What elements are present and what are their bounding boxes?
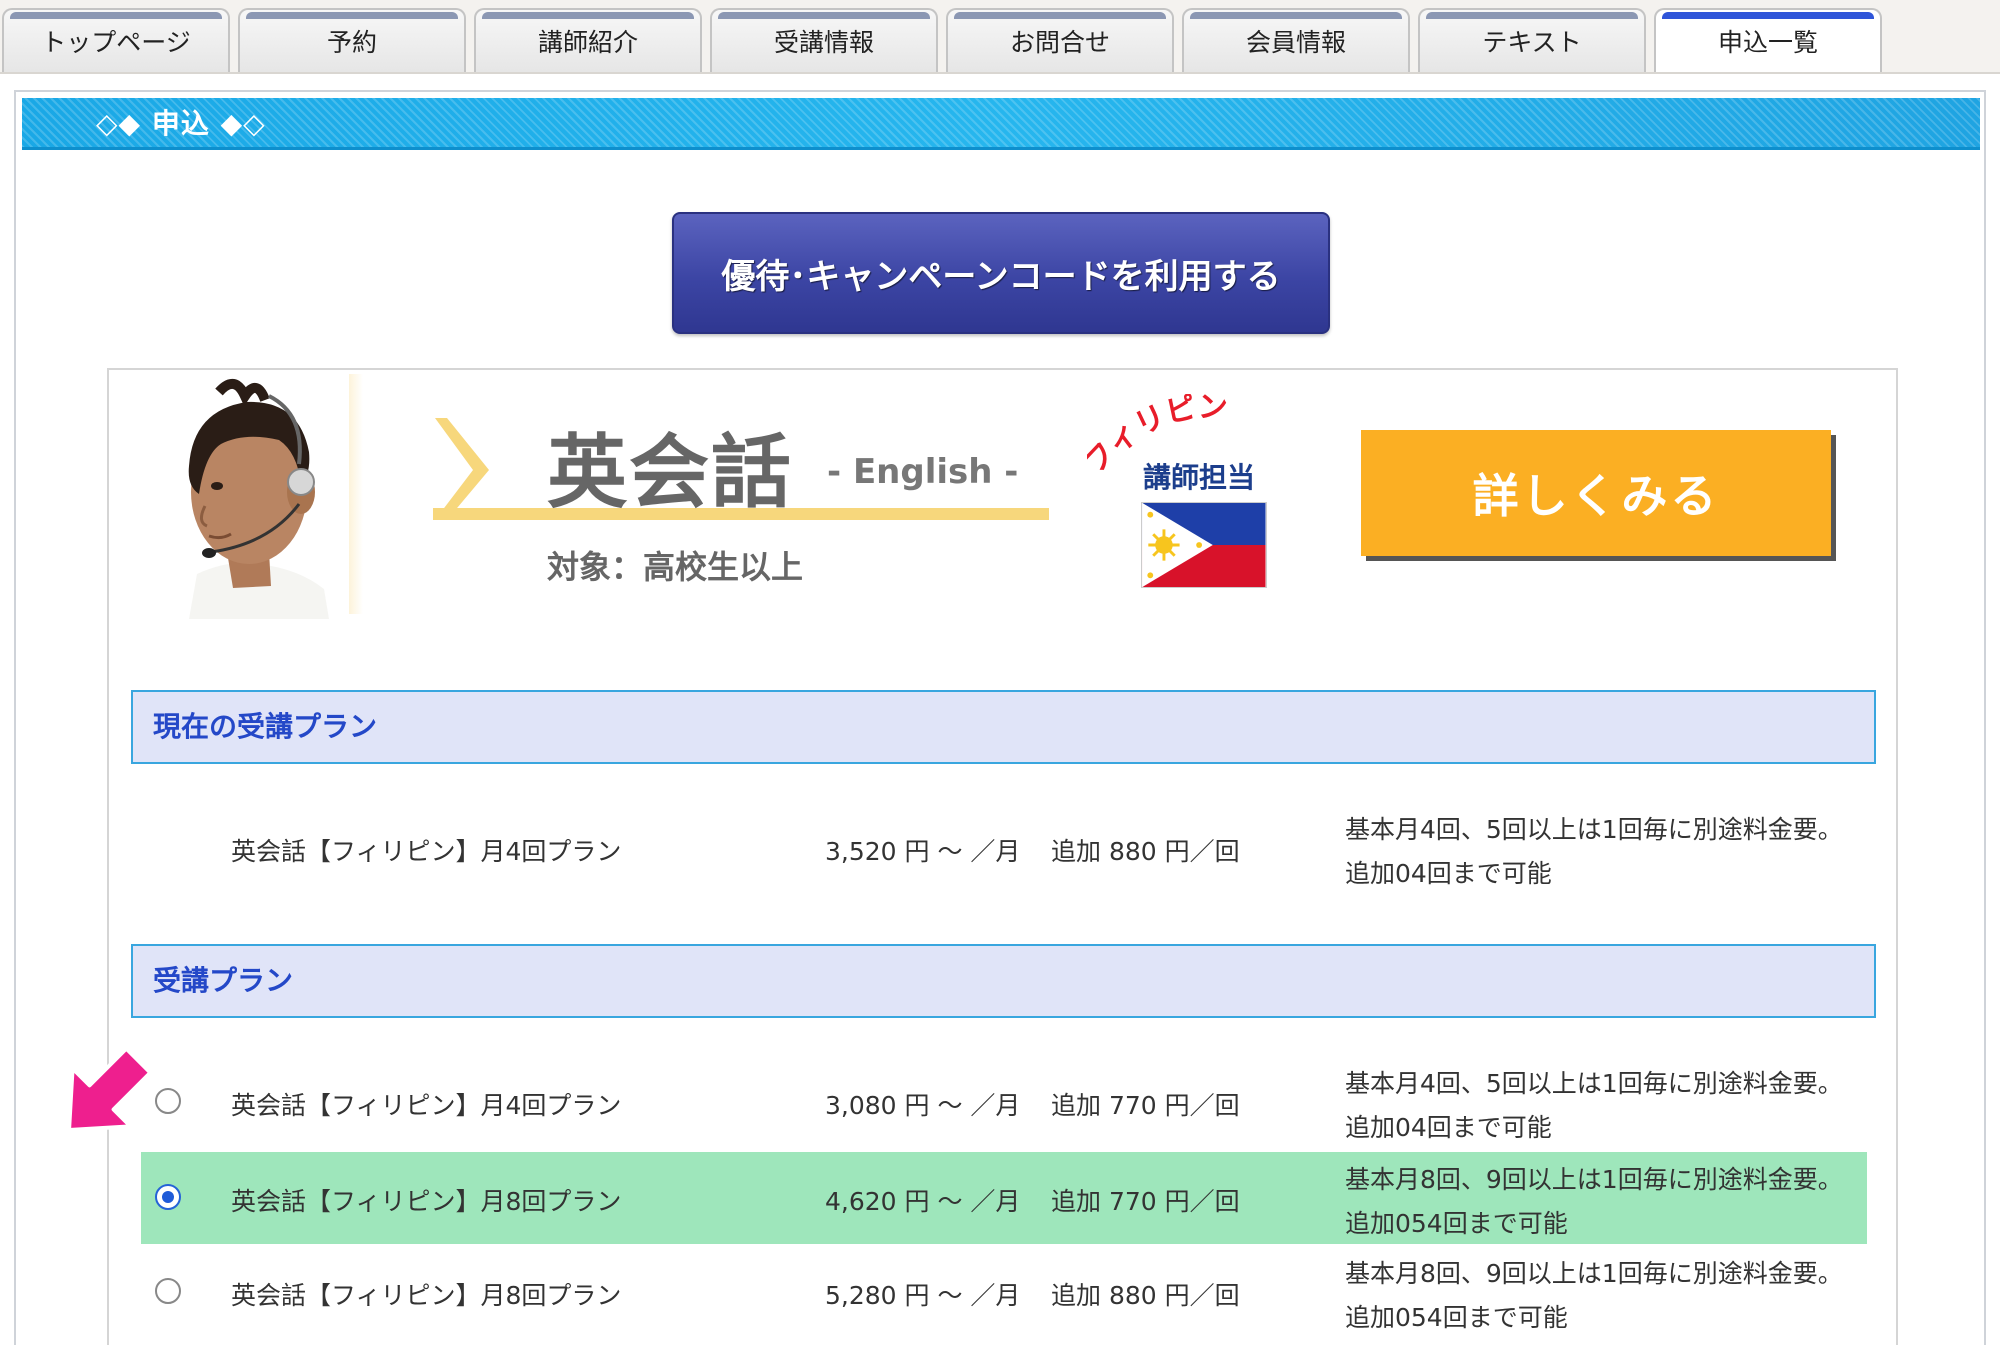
plan-extra-fee: 追加 880 円／回 [1051,1281,1240,1310]
philippines-flag-icon [1141,502,1267,588]
course-english-label: - English - [827,452,1019,492]
tab-text[interactable]: テキスト [1418,8,1646,72]
plan-name: 英会話【フィリピン】月4回プラン [231,837,622,866]
tab-label: トップページ [41,28,191,57]
tab-application-list[interactable]: 申込一覧 [1654,8,1882,72]
main-tab-bar: トップページ 予約 講師紹介 受講情報 お問合せ 会員情報 テキスト 申込一覧 [0,0,2000,74]
plan-price: 5,280 円 ～ ／月 [825,1281,1021,1310]
plan-name: 英会話【フィリピン】月8回プラン [231,1187,622,1216]
tab-label: 予約 [326,28,377,57]
tab-reservation[interactable]: 予約 [238,8,466,72]
plans-heading: 受講プラン [131,944,1876,1018]
plan-price: 3,080 円 ～ ／月 [825,1091,1021,1120]
plan-row[interactable]: 英会話【フィリピン】月4回プラン 3,080 円 ～ ／月 追加 770 円／回… [141,1056,1867,1148]
plan-row-selected[interactable]: 英会話【フィリピン】月8回プラン 4,620 円 ～ ／月 追加 770 円／回… [141,1152,1867,1244]
plan-note-limit: 追加054回まで可能 [1345,1209,1568,1238]
plan-extra-fee: 追加 770 円／回 [1051,1187,1240,1216]
tab-label: テキスト [1482,28,1582,57]
course-target: 対象：高校生以上 [547,548,804,586]
tab-label: 会員情報 [1245,28,1346,57]
tab-teachers[interactable]: 講師紹介 [474,8,702,72]
plan-note: 基本月8回、9回以上は1回毎に別途料金要。 [1345,1165,1843,1194]
plan-note: 基本月8回、9回以上は1回毎に別途料金要。 [1345,1259,1843,1288]
tab-contact[interactable]: お問合せ [946,8,1174,72]
plan-price: 3,520 円 ～ ／月 [825,837,1021,866]
plan-extra-fee: 追加 770 円／回 [1051,1091,1240,1120]
panel-title: ◇◆ 申込 ◆◇ [22,98,1980,150]
plan-name: 英会話【フィリピン】月8回プラン [231,1281,622,1310]
plan-price: 4,620 円 ～ ／月 [825,1187,1021,1216]
plan-row[interactable]: 英会話【フィリピン】月8回プラン 5,280 円 ～ ／月 追加 880 円／回… [141,1246,1867,1338]
photo-edge [349,374,363,614]
tab-label: 講師紹介 [537,28,638,57]
tab-label: 受講情報 [773,28,874,57]
course-title: 英会話 [547,426,793,519]
pointer-arrow-icon [67,1046,153,1132]
teacher-in-charge-label: 講師担当 [1143,461,1256,494]
plan-note-limit: 追加054回まで可能 [1345,1303,1568,1332]
tab-member-info[interactable]: 会員情報 [1182,8,1410,72]
plan-note: 基本月4回、5回以上は1回毎に別途料金要。 [1345,1069,1843,1098]
plan-note: 基本月4回、5回以上は1回毎に別途料金要。 [1345,815,1843,844]
plan-radio-button[interactable] [155,1278,181,1304]
plan-extra-fee: 追加 880 円／回 [1051,837,1240,866]
plan-radio-button-checked[interactable] [155,1184,181,1210]
tab-label: 申込一覧 [1717,28,1818,57]
current-plan-row: 英会話【フィリピン】月4回プラン 3,520 円 ～ ／月 追加 880 円／回… [141,802,1867,894]
plan-name: 英会話【フィリピン】月4回プラン [231,1091,622,1120]
plan-note-limit: 追加04回まで可能 [1345,1113,1552,1142]
details-button[interactable]: 詳しくみる [1361,430,1831,556]
campaign-code-button[interactable]: 優待･キャンペーンコードを利用する [672,212,1330,334]
tab-top-page[interactable]: トップページ [2,8,230,72]
tab-label: お問合せ [1009,28,1110,57]
course-card: 英会話 - English - 対象：高校生以上 フィリピン 講師担当 詳しくみ… [107,368,1898,1345]
tab-course-info[interactable]: 受講情報 [710,8,938,72]
current-plan-heading: 現在の受講プラン [131,690,1876,764]
teacher-photo [149,374,349,619]
plan-note-limit: 追加04回まで可能 [1345,859,1552,888]
